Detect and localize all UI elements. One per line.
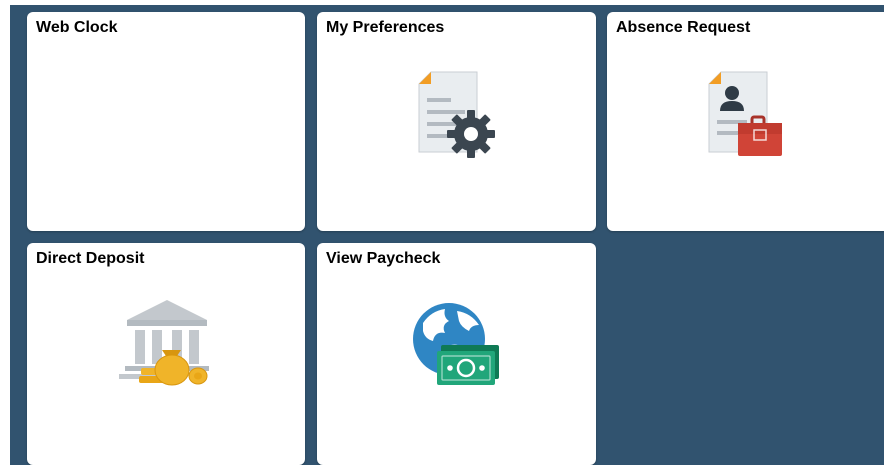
- tile-grid: Web Clock My Preferences Absence Request…: [10, 5, 884, 465]
- tile-view-paycheck[interactable]: View Paycheck: [317, 243, 596, 465]
- tile-title: Direct Deposit: [36, 250, 145, 267]
- tile-my-preferences[interactable]: My Preferences: [317, 12, 596, 231]
- globe-cash-icon: [413, 303, 499, 385]
- tile-title: Absence Request: [616, 19, 751, 36]
- fluid-homepage: Web Clock My Preferences Absence Request…: [0, 0, 884, 465]
- tile-title: View Paycheck: [326, 250, 441, 267]
- document-gear-icon: [418, 71, 495, 158]
- tile-direct-deposit[interactable]: Direct Deposit: [27, 243, 305, 465]
- tile-absence-request[interactable]: Absence Request: [607, 12, 884, 231]
- bank-money-icon: [119, 300, 209, 386]
- tile-title: Web Clock: [36, 19, 118, 36]
- tile-title: My Preferences: [326, 19, 445, 36]
- tile-web-clock[interactable]: Web Clock: [27, 12, 305, 231]
- document-briefcase-icon: [708, 71, 782, 156]
